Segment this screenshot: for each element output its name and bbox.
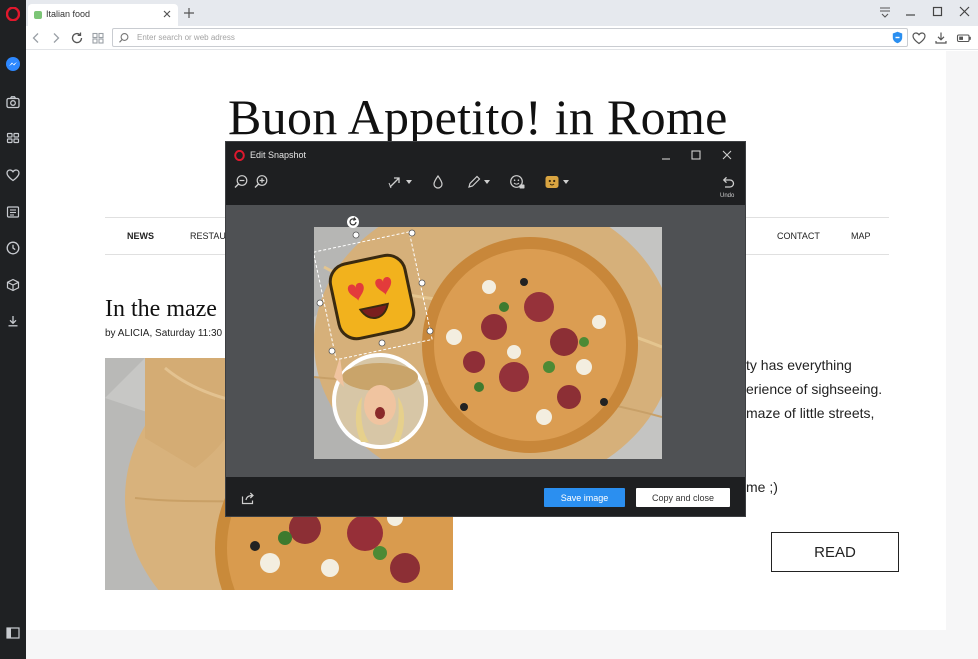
- reload-icon[interactable]: [69, 30, 85, 46]
- article-title: In the maze: [105, 296, 217, 322]
- extensions-icon[interactable]: [5, 277, 21, 293]
- zoom-in-icon[interactable]: [252, 173, 270, 191]
- forward-icon[interactable]: [48, 30, 64, 46]
- blur-tool-icon[interactable]: [429, 173, 447, 191]
- address-bar: [26, 26, 978, 50]
- news-icon[interactable]: [5, 204, 21, 220]
- search-icon: [118, 32, 130, 44]
- rotate-handle-icon[interactable]: [346, 215, 360, 229]
- tab-close-icon[interactable]: [160, 7, 174, 21]
- close-window-icon[interactable]: [957, 4, 973, 20]
- opera-logo-icon: [234, 150, 245, 161]
- tab-title: Italian food: [46, 9, 91, 19]
- dialog-close-icon[interactable]: [720, 148, 734, 162]
- history-icon[interactable]: [5, 240, 21, 256]
- undo-label: Undo: [720, 193, 735, 199]
- url-box: [112, 28, 908, 47]
- battery-saver-icon[interactable]: [956, 30, 972, 46]
- minimize-icon[interactable]: [903, 4, 919, 20]
- tab-menu-icon[interactable]: [877, 4, 893, 20]
- page-bottom-area: [26, 630, 978, 659]
- save-image-button[interactable]: Save image: [544, 488, 625, 507]
- snapshot-image: [314, 227, 662, 459]
- zoom-out-icon[interactable]: [232, 173, 250, 191]
- tab-bar: Italian food: [26, 0, 978, 26]
- article-text-line-3: maze of little streets,: [746, 405, 875, 421]
- tab-italian-food[interactable]: Italian food: [28, 4, 178, 26]
- tab-grid-icon[interactable]: [90, 30, 106, 46]
- copy-and-close-button[interactable]: Copy and close: [636, 488, 730, 507]
- article-text-line-1: ty has everything: [746, 357, 852, 373]
- dialog-maximize-icon[interactable]: [689, 148, 703, 162]
- undo-icon[interactable]: [719, 173, 737, 191]
- heart-icon[interactable]: [5, 167, 21, 183]
- pencil-tool-icon[interactable]: [465, 173, 483, 191]
- article-text-line-2: erience of sighseeing.: [746, 381, 883, 397]
- edit-snapshot-dialog: Edit Snapshot Undo Save image Copy and c…: [225, 141, 746, 517]
- share-icon[interactable]: [240, 490, 256, 506]
- tab-favicon-icon: [34, 11, 42, 19]
- dialog-footer: Save image Copy and close: [226, 477, 745, 516]
- read-button[interactable]: READ: [771, 532, 899, 572]
- adblock-shield-icon[interactable]: [892, 31, 903, 44]
- arrow-tool-icon[interactable]: [386, 173, 404, 191]
- snapshot-canvas[interactable]: [226, 205, 745, 477]
- dialog-title: Edit Snapshot: [250, 150, 307, 160]
- page-scrollbar[interactable]: [946, 51, 978, 659]
- nav-map[interactable]: MAP: [851, 231, 871, 241]
- sidebar: [0, 0, 26, 659]
- sidebar-toggle-icon[interactable]: [6, 627, 20, 639]
- downloads-icon[interactable]: [5, 313, 21, 329]
- bookmark-heart-icon[interactable]: [911, 30, 927, 46]
- nav-restaurants[interactable]: RESTAU: [190, 231, 226, 241]
- nav-contact[interactable]: CONTACT: [777, 231, 820, 241]
- address-input[interactable]: [137, 30, 877, 45]
- pencil-dropdown-icon[interactable]: [484, 180, 490, 184]
- download-icon[interactable]: [933, 30, 949, 46]
- messenger-icon[interactable]: [5, 56, 21, 72]
- new-tab-icon[interactable]: [182, 6, 196, 20]
- article-byline: by ALICIA, Saturday 11:30: [105, 328, 223, 339]
- camera-icon[interactable]: [5, 94, 21, 110]
- browser-window: Italian food Enter search or web adress …: [0, 0, 978, 659]
- emoji-selfie-icon[interactable]: [508, 173, 526, 191]
- article-text-line-4: me ;): [746, 479, 778, 495]
- sticker-tool-icon[interactable]: [543, 173, 561, 191]
- maximize-icon[interactable]: [930, 4, 946, 20]
- nav-news[interactable]: NEWS: [127, 231, 154, 241]
- arrow-tool-dropdown-icon[interactable]: [406, 180, 412, 184]
- page-headline: Buon Appetito! in Rome: [228, 89, 728, 145]
- opera-logo-icon[interactable]: [6, 7, 20, 21]
- back-icon[interactable]: [28, 30, 44, 46]
- speed-dial-icon[interactable]: [5, 130, 21, 146]
- dialog-minimize-icon[interactable]: [659, 148, 673, 162]
- sticker-dropdown-icon[interactable]: [563, 180, 569, 184]
